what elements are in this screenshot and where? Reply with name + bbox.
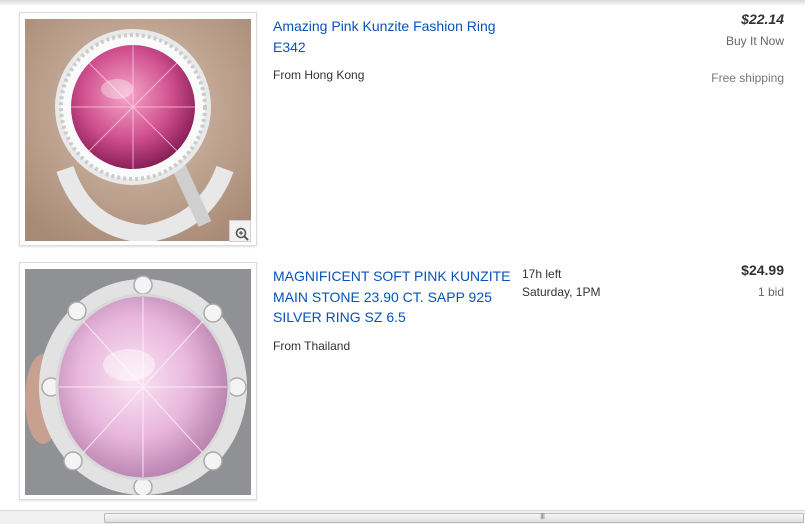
pink-oval-ring-photo-icon bbox=[25, 269, 251, 495]
item-location: From Hong Kong bbox=[273, 68, 365, 82]
pink-round-ring-photo-icon bbox=[25, 19, 251, 241]
listing-thumbnail[interactable] bbox=[19, 262, 257, 500]
listing-thumbnail[interactable] bbox=[19, 12, 257, 246]
item-price: $22.14 bbox=[741, 11, 784, 27]
listing-title-link[interactable]: MAGNIFICENT SOFT PINK KUNZITE MAIN STONE… bbox=[273, 266, 513, 328]
listing-format: Buy It Now bbox=[725, 34, 784, 48]
scrollbar-grip-icon: III bbox=[540, 512, 545, 521]
magnifier-plus-icon bbox=[235, 227, 249, 241]
horizontal-scrollbar[interactable]: III bbox=[0, 510, 805, 524]
zoom-button[interactable] bbox=[229, 220, 251, 242]
item-location: From Thailand bbox=[273, 339, 351, 353]
scrollbar-thumb[interactable] bbox=[104, 513, 804, 523]
item-price: $24.99 bbox=[741, 262, 784, 278]
top-divider-shadow bbox=[0, 0, 805, 6]
time-left: 17h left bbox=[522, 267, 562, 281]
listing-title-link[interactable]: Amazing Pink Kunzite Fashion Ring E342 bbox=[273, 16, 513, 57]
shipping-info: Free shipping bbox=[711, 71, 784, 85]
end-time: Saturday, 1PM bbox=[522, 285, 601, 299]
bid-count: 1 bid bbox=[757, 285, 784, 299]
